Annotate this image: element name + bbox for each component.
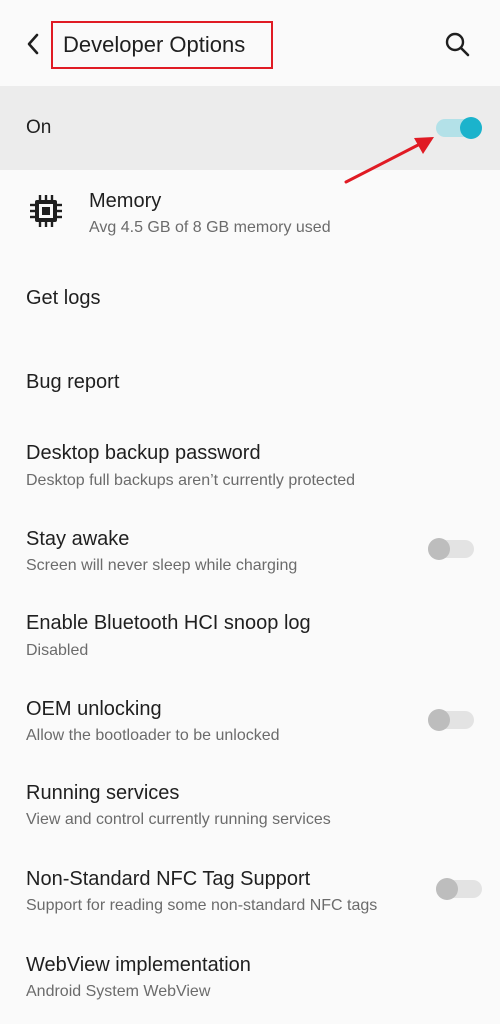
- list-item-get-logs[interactable]: Get logs: [0, 256, 500, 340]
- item-title: Desktop backup password: [26, 442, 261, 464]
- page-title: Developer Options: [63, 32, 246, 57]
- item-subtitle: Screen will never sleep while charging: [26, 557, 298, 574]
- memory-chip-icon: [30, 195, 62, 227]
- toggle-knob: [428, 709, 450, 731]
- nfc-tag-support-toggle[interactable]: [436, 878, 482, 900]
- item-title: Enable Bluetooth HCI snoop log: [26, 612, 311, 634]
- list-item-memory[interactable]: Memory Avg 4.5 GB of 8 GB memory used: [0, 170, 500, 254]
- app-bar: Developer Options: [0, 0, 500, 86]
- search-button[interactable]: [444, 31, 470, 57]
- item-title: Get logs: [26, 287, 101, 309]
- list-item-webview-implementation[interactable]: WebView implementation Android System We…: [0, 936, 500, 1022]
- item-subtitle: Disabled: [26, 642, 89, 659]
- item-title: Non-Standard NFC Tag Support: [26, 868, 311, 890]
- item-title: Stay awake: [26, 528, 130, 550]
- master-switch-label: On: [26, 117, 52, 138]
- chevron-left-icon: [27, 33, 39, 55]
- oem-unlocking-toggle[interactable]: [428, 709, 474, 731]
- item-title: OEM unlocking: [26, 698, 162, 720]
- list-item-oem-unlocking[interactable]: OEM unlocking Allow the bootloader to be…: [0, 678, 500, 764]
- developer-options-toggle[interactable]: [436, 117, 482, 139]
- item-subtitle: Desktop full backups aren’t currently pr…: [26, 472, 356, 489]
- list-item-bug-report[interactable]: Bug report: [0, 340, 500, 424]
- item-title: WebView implementation: [26, 954, 251, 976]
- back-button[interactable]: [22, 30, 46, 58]
- list-item-bluetooth-hci-snoop-log[interactable]: Enable Bluetooth HCI snoop log Disabled: [0, 594, 500, 678]
- item-subtitle: Support for reading some non-standard NF…: [26, 897, 378, 914]
- item-subtitle: Avg 4.5 GB of 8 GB memory used: [89, 219, 331, 236]
- toggle-knob: [436, 878, 458, 900]
- item-title: Running services: [26, 782, 180, 804]
- list-item-nfc-tag-support[interactable]: Non-Standard NFC Tag Support Support for…: [0, 850, 500, 936]
- list-item-stay-awake[interactable]: Stay awake Screen will never sleep while…: [0, 508, 500, 594]
- item-subtitle: Allow the bootloader to be unlocked: [26, 727, 280, 744]
- title-highlight-box: Developer Options: [51, 21, 273, 69]
- list-item-running-services[interactable]: Running services View and control curren…: [0, 764, 500, 848]
- item-title: Memory: [89, 190, 162, 212]
- search-icon: [445, 32, 470, 57]
- developer-options-screen: Developer Options On Memory Avg 4.5 GB o…: [0, 0, 500, 1024]
- item-subtitle: View and control currently running servi…: [26, 811, 331, 828]
- toggle-knob: [428, 538, 450, 560]
- list-item-desktop-backup-password[interactable]: Desktop backup password Desktop full bac…: [0, 424, 500, 508]
- toggle-knob: [460, 117, 482, 139]
- item-subtitle: Android System WebView: [26, 983, 211, 1000]
- stay-awake-toggle[interactable]: [428, 538, 474, 560]
- item-title: Bug report: [26, 371, 120, 393]
